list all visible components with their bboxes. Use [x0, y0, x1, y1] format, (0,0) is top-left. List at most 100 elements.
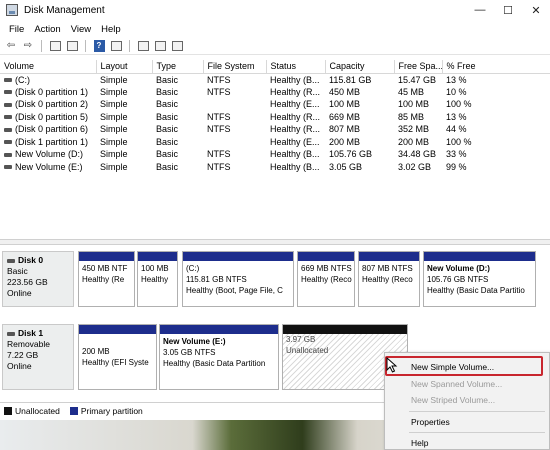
- column-header-volume[interactable]: Volume: [0, 60, 97, 74]
- cell-free-space: 15.47 GB: [398, 74, 437, 85]
- partition-status: Healthy (Basic Data Partitio: [427, 286, 525, 295]
- partition-size: 669 MB NTFS: [301, 264, 352, 273]
- table-row[interactable]: (C:) Simple Basic NTFS Healthy (B... 115…: [0, 73, 550, 86]
- cell-file-system: [203, 98, 266, 111]
- disk-status: Online: [7, 361, 32, 371]
- check-icon[interactable]: [153, 39, 167, 53]
- partition-size: 807 MB NTFS: [362, 264, 413, 273]
- cell-type: Basic: [156, 149, 179, 160]
- menu-item-properties[interactable]: Properties: [411, 417, 450, 427]
- partition-name: (C:): [186, 264, 200, 273]
- maximize-button[interactable]: ☐: [494, 0, 522, 20]
- cell-capacity: 200 MB: [329, 136, 361, 147]
- cell-free-space: 200 MB: [398, 136, 430, 147]
- title-bar: Disk Management — ☐ ✕: [0, 0, 550, 20]
- cell-capacity: 807 MB: [329, 124, 361, 135]
- cell-percent-free: 10 %: [446, 86, 467, 97]
- toolbar: ⇦ ⇨ ?: [0, 37, 550, 55]
- column-header-file-system[interactable]: File System: [203, 60, 267, 74]
- legend-label: Primary partition: [80, 405, 143, 416]
- volume-icon: [4, 127, 12, 132]
- menu-action[interactable]: Action: [29, 24, 65, 35]
- cell-status: Healthy (R...: [270, 111, 321, 122]
- disk-0-partition-d[interactable]: New Volume (D:) 105.76 GB NTFS Healthy (…: [423, 251, 536, 307]
- menu-view[interactable]: View: [66, 24, 96, 35]
- menu-item-new-spanned-volume[interactable]: New Spanned Volume...: [411, 379, 502, 389]
- toolbar-separator: [85, 39, 86, 52]
- table-row[interactable]: (Disk 0 partition 5) Simple Basic NTFS H…: [0, 111, 550, 124]
- disk-name: Disk 1: [18, 328, 44, 338]
- table-row[interactable]: (Disk 0 partition 6) Simple Basic NTFS H…: [0, 123, 550, 136]
- cell-status: Healthy (R...: [270, 124, 321, 135]
- column-header-layout[interactable]: Layout: [96, 60, 153, 74]
- cell-status: Healthy (B...: [270, 161, 320, 172]
- column-header-type[interactable]: Type: [152, 60, 204, 74]
- disk-0-label[interactable]: Disk 0 Basic 223.56 GB Online: [2, 251, 74, 307]
- close-button[interactable]: ✕: [522, 0, 550, 20]
- menu-item-new-simple-volume[interactable]: New Simple Volume...: [411, 362, 494, 372]
- partition-status: Healthy: [141, 275, 169, 284]
- cell-free-space: 34.48 GB: [398, 149, 437, 160]
- volume-icon: [4, 152, 12, 157]
- disk-1-label[interactable]: Disk 1 Removable 7.22 GB Online: [2, 324, 74, 390]
- partition-status: Healthy (EFI Syste: [82, 358, 149, 367]
- forward-arrow-icon[interactable]: ⇨: [21, 39, 35, 53]
- menu-file[interactable]: File: [4, 24, 29, 35]
- table-row[interactable]: (Disk 1 partition 1) Simple Basic Health…: [0, 136, 550, 149]
- minimize-button[interactable]: —: [466, 0, 494, 20]
- cell-percent-free: 13 %: [446, 111, 467, 122]
- view-icon[interactable]: [170, 39, 184, 53]
- console-tree-icon[interactable]: [48, 39, 62, 53]
- cell-file-system: NTFS: [207, 161, 231, 172]
- help-icon[interactable]: ?: [92, 39, 106, 53]
- disk-size: 223.56 GB: [7, 277, 48, 287]
- disk-0-partition-6[interactable]: 807 MB NTFS Healthy (Reco: [358, 251, 420, 307]
- cell-free-space: 45 MB: [398, 86, 425, 97]
- disk-0-partition-c[interactable]: (C:) 115.81 GB NTFS Healthy (Boot, Page …: [182, 251, 294, 307]
- legend-label: Unallocated: [15, 405, 60, 416]
- properties-icon[interactable]: [109, 39, 123, 53]
- cell-capacity: 100 MB: [329, 99, 361, 110]
- volume-icon: [4, 90, 12, 95]
- disk-0-partition-5[interactable]: 669 MB NTFS Healthy (Reco: [297, 251, 355, 307]
- column-header-status[interactable]: Status: [266, 60, 326, 74]
- table-row[interactable]: New Volume (D:) Simple Basic NTFS Health…: [0, 148, 550, 161]
- menu-item-help[interactable]: Help: [411, 438, 428, 448]
- window-title: Disk Management: [24, 4, 105, 16]
- cell-layout: Simple: [100, 124, 128, 135]
- disk-size: 7.22 GB: [7, 350, 39, 360]
- column-header-capacity[interactable]: Capacity: [325, 60, 395, 74]
- menu-item-new-striped-volume[interactable]: New Striped Volume...: [411, 395, 495, 405]
- cell-percent-free: 44 %: [446, 124, 467, 135]
- list-view-icon[interactable]: [65, 39, 79, 53]
- partition-name: New Volume (E:): [163, 337, 226, 346]
- connect-icon[interactable]: [136, 39, 150, 53]
- volume-icon: [4, 140, 12, 145]
- cell-type: Basic: [156, 136, 179, 147]
- partition-size: 105.76 GB NTFS: [427, 275, 489, 284]
- table-row[interactable]: (Disk 0 partition 1) Simple Basic NTFS H…: [0, 86, 550, 99]
- cell-capacity: 450 MB: [329, 86, 361, 97]
- disk-0-partition-2[interactable]: 100 MB Healthy: [137, 251, 178, 307]
- cell-file-system: NTFS: [207, 86, 231, 97]
- disk-management-icon: [6, 4, 18, 16]
- cell-status: Healthy (E...: [270, 136, 320, 147]
- volume-icon: [4, 165, 12, 170]
- column-header-free-space[interactable]: Free Spa...: [394, 60, 443, 74]
- table-row[interactable]: (Disk 0 partition 2) Simple Basic Health…: [0, 98, 550, 111]
- cell-capacity: 115.81 GB: [329, 74, 372, 85]
- disk-1-partition-e[interactable]: New Volume (E:) 3.05 GB NTFS Healthy (Ba…: [159, 324, 279, 390]
- menu-help[interactable]: Help: [96, 24, 126, 35]
- cell-free-space: 352 MB: [398, 124, 430, 135]
- disk-1-partition-1[interactable]: 200 MB Healthy (EFI Syste: [78, 324, 157, 390]
- cell-percent-free: 100 %: [446, 136, 472, 147]
- column-header-percent-free[interactable]: % Free: [442, 60, 550, 74]
- table-row[interactable]: New Volume (E:) Simple Basic NTFS Health…: [0, 161, 550, 174]
- disk-0-partition-1[interactable]: 450 MB NTF Healthy (Re: [78, 251, 135, 307]
- back-arrow-icon[interactable]: ⇦: [4, 39, 18, 53]
- cell-file-system: NTFS: [207, 124, 231, 135]
- cell-layout: Simple: [100, 74, 128, 85]
- cell-capacity: 669 MB: [329, 111, 361, 122]
- legend-swatch: [4, 407, 12, 416]
- cell-layout: Simple: [100, 86, 128, 97]
